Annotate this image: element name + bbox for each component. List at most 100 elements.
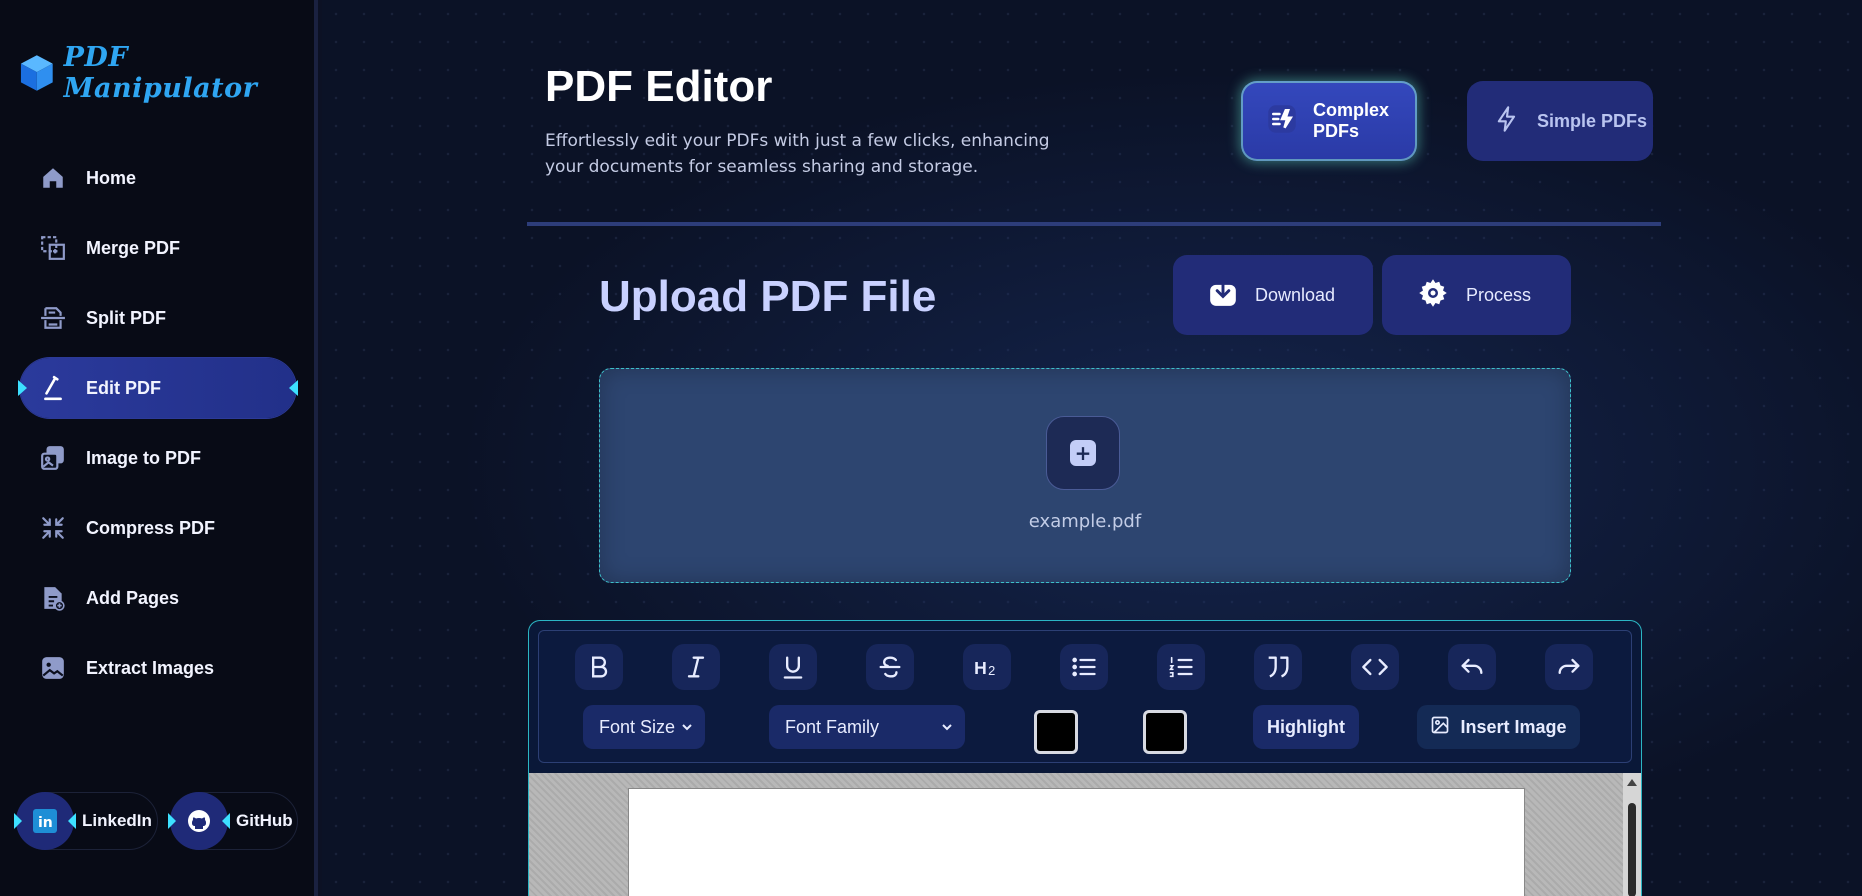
bold-button[interactable] <box>575 644 623 690</box>
complex-pdfs-button[interactable]: Complex PDFs <box>1241 81 1417 161</box>
svg-text:2: 2 <box>988 663 995 678</box>
sidebar-item-add-pages[interactable]: Add Pages <box>20 568 296 628</box>
gear-icon <box>1418 278 1448 313</box>
compress-icon <box>38 513 68 543</box>
bullet-list-button[interactable] <box>1060 644 1108 690</box>
undo-button[interactable] <box>1448 644 1496 690</box>
font-family-select[interactable]: Font Family <box>769 705 965 749</box>
upload-title: Upload PDF File <box>599 272 937 321</box>
add-file-button[interactable]: + <box>1046 416 1120 490</box>
svg-text:in: in <box>38 815 53 831</box>
github-link[interactable]: GitHub <box>168 792 293 850</box>
section-divider <box>527 222 1661 226</box>
pdf-page[interactable] <box>628 788 1525 896</box>
scroll-thumb[interactable] <box>1628 803 1636 896</box>
sidebar-item-extract-images[interactable]: Extract Images <box>20 638 296 698</box>
redo-icon <box>1558 658 1580 674</box>
underline-icon <box>783 656 803 679</box>
sidebar-item-label: Split PDF <box>86 307 166 328</box>
sidebar-item-label: Home <box>86 167 137 188</box>
chevron-down-icon <box>681 717 693 738</box>
pen-icon <box>38 373 68 403</box>
italic-icon <box>687 656 705 678</box>
add-file-icon <box>38 583 68 613</box>
font-family-label: Font Family <box>785 716 880 737</box>
image-icon <box>1430 715 1450 740</box>
bold-icon <box>592 656 608 678</box>
format-buttons: H2 <box>575 644 1593 690</box>
highlight-color-picker[interactable] <box>1143 710 1187 754</box>
bolt-icon <box>1493 104 1521 139</box>
page-title: PDF Editor <box>545 62 773 111</box>
italic-button[interactable] <box>672 644 720 690</box>
simple-pdfs-label: Simple PDFs <box>1537 110 1648 131</box>
sidebar-item-split-pdf[interactable]: Split PDF <box>20 288 296 348</box>
home-icon <box>38 163 68 193</box>
main-content: PDF Editor Effortlessly edit your PDFs w… <box>322 0 1862 896</box>
download-button[interactable]: Download <box>1173 255 1373 335</box>
insert-image-button[interactable]: Insert Image <box>1417 705 1580 749</box>
sidebar-nav: Home Merge PDF Split PDF Edit PDF Image … <box>18 148 298 708</box>
sidebar-item-label: Add Pages <box>86 587 180 608</box>
sidebar-item-edit-pdf[interactable]: Edit PDF <box>18 358 298 418</box>
sidebar-item-label: Image to PDF <box>86 447 202 468</box>
github-icon <box>168 792 230 850</box>
linkedin-label: LinkedIn <box>82 811 152 830</box>
linkedin-link[interactable]: in LinkedIn <box>14 792 152 850</box>
ordered-list-button[interactable] <box>1157 644 1205 690</box>
pdf-editor: H2 Font Size Font Family Highlight Inser… <box>528 620 1642 896</box>
strikethrough-icon <box>879 656 901 678</box>
scroll-up-arrow-icon[interactable] <box>1627 779 1637 786</box>
insert-image-label: Insert Image <box>1460 716 1567 737</box>
heading-2-button[interactable]: H2 <box>963 644 1011 690</box>
brand-logo[interactable]: PDF Manipulator <box>20 42 314 104</box>
blockquote-button[interactable] <box>1254 644 1302 690</box>
plus-icon: + <box>1070 440 1096 466</box>
sidebar-item-home[interactable]: Home <box>20 148 296 208</box>
text-color-picker[interactable] <box>1034 710 1078 754</box>
undo-icon <box>1461 658 1483 674</box>
document-canvas[interactable] <box>529 773 1641 896</box>
font-size-label: Font Size <box>599 716 676 737</box>
image-icon <box>38 653 68 683</box>
highlight-button[interactable]: Highlight <box>1253 705 1359 749</box>
brand-name: PDF Manipulator <box>63 42 258 104</box>
sidebar-item-label: Extract Images <box>86 657 215 678</box>
download-icon <box>1209 279 1237 312</box>
linkedin-icon: in <box>14 792 76 850</box>
simple-pdfs-button[interactable]: Simple PDFs <box>1467 81 1653 161</box>
merge-icon <box>38 233 68 263</box>
underline-button[interactable] <box>769 644 817 690</box>
image-stack-icon <box>38 443 68 473</box>
heading-2-icon: H2 <box>974 658 995 678</box>
cube-logo-icon <box>20 55 53 91</box>
github-label: GitHub <box>236 811 293 830</box>
ordered-list-icon <box>1168 656 1193 678</box>
document-scrollbar[interactable] <box>1623 773 1641 896</box>
code-button[interactable] <box>1351 644 1399 690</box>
svg-text:H: H <box>974 658 987 678</box>
code-icon <box>1362 658 1388 676</box>
download-label: Download <box>1255 284 1336 305</box>
sidebar-item-label: Compress PDF <box>86 517 216 538</box>
redo-button[interactable] <box>1545 644 1593 690</box>
editor-toolbar: H2 Font Size Font Family Highlight Inser… <box>538 630 1632 763</box>
uploaded-file-name: example.pdf <box>1028 511 1142 532</box>
file-dropzone[interactable]: + example.pdf <box>599 368 1571 583</box>
sidebar-item-image-to-pdf[interactable]: Image to PDF <box>20 428 296 488</box>
sidebar-item-label: Edit PDF <box>86 377 161 398</box>
sidebar-item-merge-pdf[interactable]: Merge PDF <box>20 218 296 278</box>
chevron-down-icon <box>941 717 953 738</box>
font-size-select[interactable]: Font Size <box>583 705 705 749</box>
page-description: Effortlessly edit your PDFs with just a … <box>545 131 1050 177</box>
strikethrough-button[interactable] <box>866 644 914 690</box>
sidebar: PDF Manipulator Home Merge PDF Split PDF… <box>0 0 318 896</box>
blockquote-icon <box>1268 656 1289 678</box>
sidebar-item-label: Merge PDF <box>86 237 181 258</box>
complex-pdfs-label: Complex PDFs <box>1313 100 1390 141</box>
process-button[interactable]: Process <box>1382 255 1571 335</box>
process-label: Process <box>1466 284 1532 305</box>
sidebar-item-compress-pdf[interactable]: Compress PDF <box>20 498 296 558</box>
bullet-list-icon <box>1072 657 1096 677</box>
split-icon <box>38 303 68 333</box>
